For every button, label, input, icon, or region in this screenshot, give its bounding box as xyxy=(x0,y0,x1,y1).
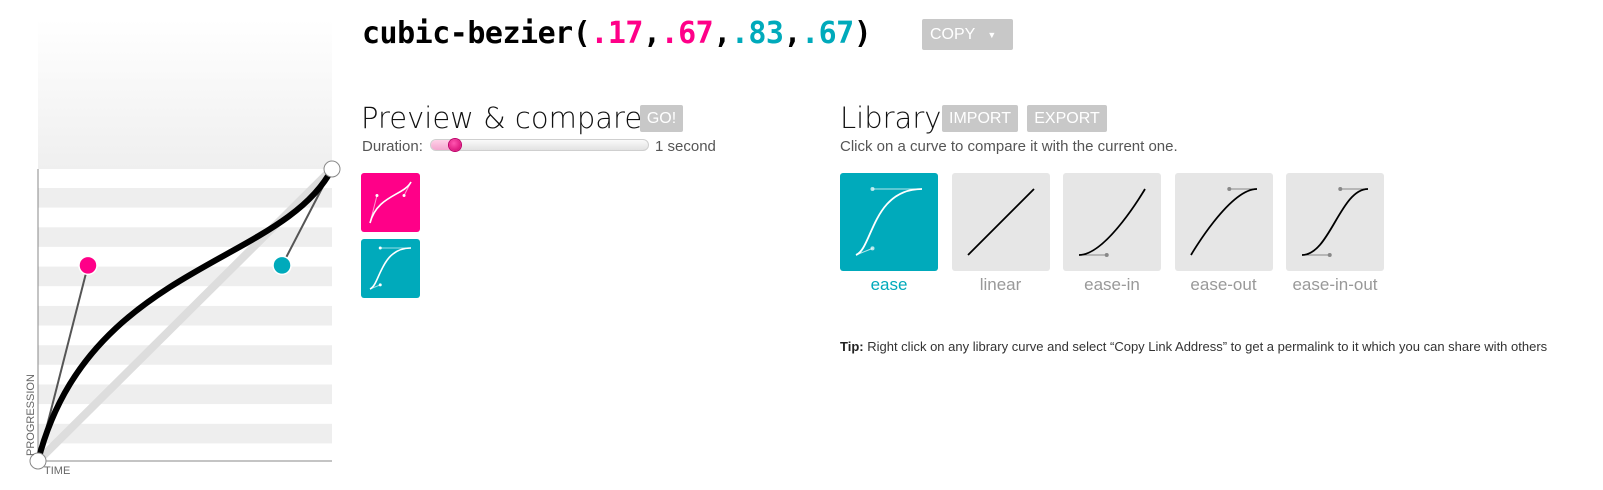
grid-stripe xyxy=(38,227,332,247)
copy-button-label: COPY xyxy=(930,25,976,43)
library-item-label: ease-out xyxy=(1190,275,1257,294)
p1y-value[interactable]: .67 xyxy=(661,16,714,51)
tip-body: Right click on any library curve and sel… xyxy=(867,339,1548,354)
library-item-ease-out[interactable]: ease-out xyxy=(1174,173,1273,295)
end-point xyxy=(323,160,341,178)
duration-label: Duration: xyxy=(362,138,423,155)
title-separator: , xyxy=(713,16,731,51)
bezier-function-title: cubic-bezier(.17,.67,.83,.67) xyxy=(362,15,872,53)
title-separator: , xyxy=(783,16,802,51)
x-axis-label: TIME xyxy=(44,465,70,477)
tip-label: Tip: xyxy=(840,339,864,354)
overflow-area xyxy=(38,20,332,169)
p2x-value[interactable]: .83 xyxy=(731,16,784,51)
library-item-linear[interactable]: linear xyxy=(951,173,1050,295)
duration-value: 1 second xyxy=(655,138,716,155)
p1x-value[interactable]: .17 xyxy=(590,16,643,51)
control-point-1-handle[interactable] xyxy=(78,255,98,276)
title-separator: , xyxy=(643,16,661,51)
library-curve-thumbnail xyxy=(1174,173,1273,271)
curve-editor[interactable]: PROGRESSION TIME xyxy=(0,0,345,490)
duration-slider[interactable] xyxy=(430,139,649,151)
tip-text: Tip: Right click on any library curve an… xyxy=(840,339,1547,354)
grid-stripe xyxy=(38,188,332,208)
copy-button[interactable]: COPY ▼ xyxy=(922,19,1013,50)
library-curve-thumbnail xyxy=(951,173,1050,271)
grid-stripe xyxy=(38,384,332,405)
import-button[interactable]: IMPORT xyxy=(942,105,1018,132)
preview-title: Preview & compare xyxy=(361,101,643,135)
library-curve-thumbnail xyxy=(1063,173,1161,271)
library-curve-thumbnail xyxy=(840,173,938,271)
library-item-label: linear xyxy=(979,275,1022,294)
preview-current-curve[interactable] xyxy=(361,173,420,232)
library-title: Library xyxy=(840,101,942,135)
export-button[interactable]: EXPORT xyxy=(1027,105,1107,132)
preview-compare-curve[interactable] xyxy=(361,239,420,298)
go-button[interactable]: GO! xyxy=(640,105,683,132)
title-prefix: cubic-bezier( xyxy=(362,16,591,51)
control-point-2-handle[interactable] xyxy=(272,255,292,276)
library-curve-thumbnail xyxy=(1286,173,1384,271)
current-curve-thumbnail xyxy=(369,181,412,224)
library-item-label: ease xyxy=(870,275,908,294)
library-item-label: ease-in-out xyxy=(1292,275,1378,294)
compare-curve-thumbnail xyxy=(369,246,412,290)
p2y-value[interactable]: .67 xyxy=(801,16,854,51)
library-hint: Click on a curve to compare it with the … xyxy=(840,138,1178,155)
library-item-ease[interactable]: ease xyxy=(840,173,938,295)
chevron-down-icon: ▼ xyxy=(987,29,997,40)
library-item-ease-in[interactable]: ease-in xyxy=(1063,173,1161,295)
library-item-label: ease-in xyxy=(1084,275,1140,294)
title-suffix: ) xyxy=(853,16,872,51)
curve-canvas: PROGRESSION TIME xyxy=(25,20,341,477)
y-axis-label: PROGRESSION xyxy=(25,374,37,456)
grid-stripe xyxy=(38,423,332,444)
library-item-ease-in-out[interactable]: ease-in-out xyxy=(1286,173,1384,295)
duration-slider-thumb[interactable] xyxy=(448,139,461,151)
